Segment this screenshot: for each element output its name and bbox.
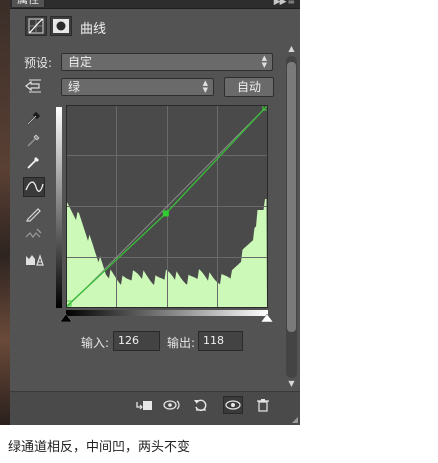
sample-gray-eyedropper-icon[interactable]	[23, 130, 45, 150]
scroll-thumb[interactable]	[287, 62, 296, 332]
edit-points-curve-icon[interactable]	[23, 177, 45, 197]
black-point-slider[interactable]	[60, 314, 72, 322]
curve-point-selected[interactable]	[162, 210, 169, 217]
sample-black-eyedropper-icon[interactable]	[23, 108, 45, 128]
white-point-slider[interactable]	[261, 314, 273, 322]
scroll-down-arrow-icon[interactable]: ▼	[286, 379, 297, 389]
preset-label: 预设:	[24, 56, 53, 70]
toggle-visibility-icon[interactable]	[223, 396, 243, 414]
sample-white-eyedropper-icon[interactable]	[23, 152, 45, 172]
properties-tab[interactable]: 属性	[12, 0, 45, 7]
output-value-field[interactable]: 118	[198, 331, 243, 351]
curves-graph[interactable]	[66, 105, 268, 308]
auto-button[interactable]: 自动	[224, 77, 274, 97]
layer-mask-icon[interactable]	[50, 16, 72, 36]
output-gradient-bar	[56, 107, 62, 308]
reset-icon[interactable]	[191, 396, 211, 414]
view-previous-state-icon[interactable]	[163, 396, 183, 414]
caption-text: 绿通道相反，中间凹，两头不变	[8, 440, 191, 455]
input-label: 输入:	[81, 336, 110, 350]
draw-curve-pencil-icon[interactable]	[23, 203, 45, 223]
smooth-curve-icon[interactable]	[23, 225, 45, 245]
clipping-warning-icon[interactable]	[23, 250, 45, 270]
select-arrows-icon: ▲ ▼	[202, 79, 208, 94]
output-label: 输出:	[167, 336, 196, 350]
input-gradient-bar	[66, 310, 268, 316]
panel-title: 曲线	[80, 22, 107, 37]
resize-grip-icon[interactable]: ◢	[292, 415, 298, 424]
input-value-field[interactable]: 126	[113, 331, 160, 351]
channel-value: 绿	[68, 80, 81, 94]
preset-select[interactable]: 自定 ▲ ▼	[61, 53, 273, 71]
background-photo-strip	[0, 0, 10, 425]
select-arrows-icon: ▲ ▼	[261, 54, 267, 69]
scroll-up-arrow-icon[interactable]: ▲	[286, 44, 297, 54]
clip-to-layer-icon[interactable]	[134, 396, 154, 414]
panel-tab-bar: 属性 ▶▶ ≡	[10, 0, 300, 9]
panel-bottom-bar: ◢	[10, 391, 300, 425]
panel-menu-icon[interactable]: ▶▶ ≡	[274, 0, 295, 7]
properties-panel: 属性 ▶▶ ≡ 曲线 预设: 自定 ▲▼ 绿 ▲▼ 自动	[10, 0, 300, 425]
channel-select[interactable]: 绿 ▲ ▼	[61, 78, 214, 96]
panel-scrollbar[interactable]: ▲ ▼	[286, 44, 297, 390]
delete-icon[interactable]	[253, 396, 273, 414]
on-image-adjust-icon[interactable]	[23, 76, 45, 96]
preset-value: 自定	[68, 55, 93, 69]
curves-adjustment-icon[interactable]	[25, 16, 47, 36]
